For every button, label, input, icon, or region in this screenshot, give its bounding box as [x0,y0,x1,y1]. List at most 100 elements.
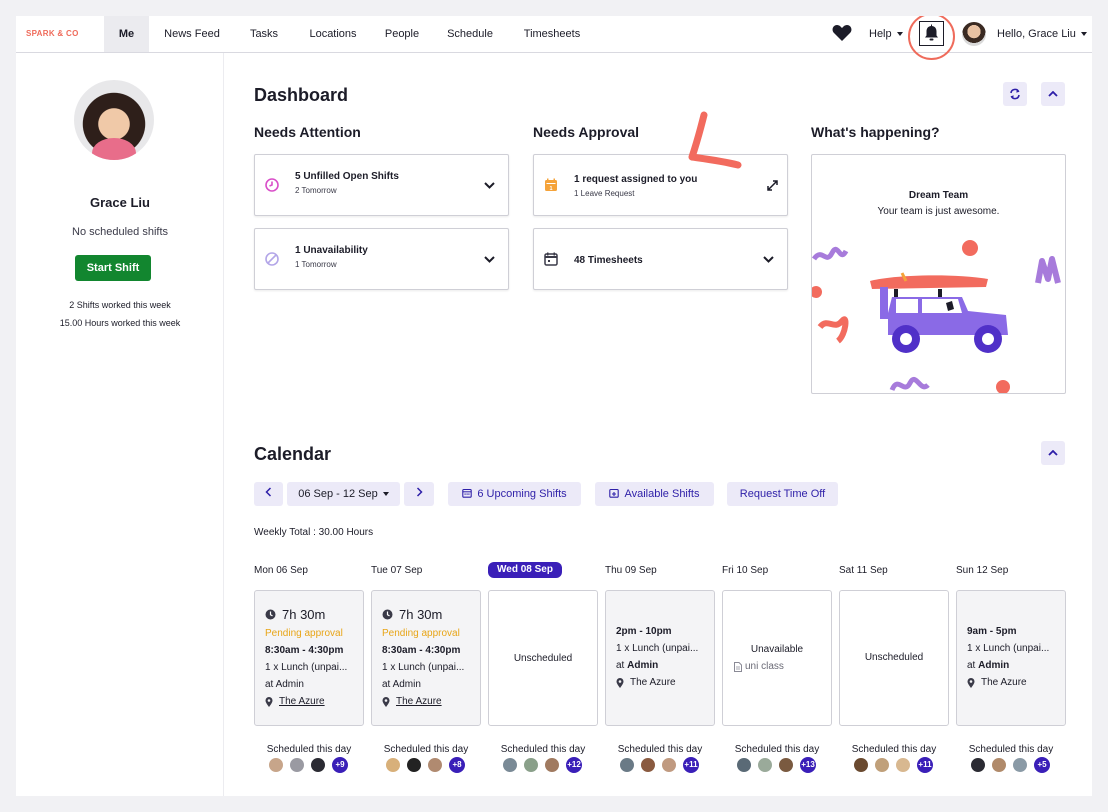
avatar[interactable] [268,757,284,773]
avatar[interactable] [640,757,656,773]
shift-card-sat[interactable]: Unscheduled [839,590,949,726]
unavailable-icon [265,252,279,266]
shift-card-sun[interactable]: 9am - 5pm 1 x Lunch (unpai... at Admin T… [956,590,1066,726]
card-title: 5 Unfilled Open Shifts [295,171,399,182]
more-avatars-badge[interactable]: +8 [448,756,466,774]
clock-icon [382,609,393,620]
avatar[interactable] [406,757,422,773]
hours-worked-stat: 15.00 Hours worked this week [59,318,181,328]
avatar-group[interactable]: +11 [848,756,934,775]
start-shift-button[interactable]: Start Shift [75,255,151,281]
avatar-group[interactable]: +11 [614,756,700,775]
day-header-wed-today: Wed 08 Sep [488,562,562,578]
avatar[interactable] [310,757,326,773]
prev-week-button[interactable] [254,482,283,506]
avatar[interactable] [289,757,305,773]
profile-name: Grace Liu [90,195,150,210]
avatar[interactable] [619,757,635,773]
avatar[interactable] [502,757,518,773]
shift-status: Pending approval [265,628,343,639]
unavailable-note: uni class [745,661,784,672]
avatar[interactable] [1012,757,1028,773]
week-range-dropdown[interactable]: 06 Sep - 12 Sep [287,482,400,506]
more-avatars-badge[interactable]: +11 [682,756,700,774]
shift-area-prefix: at [967,660,976,671]
refresh-button[interactable] [1003,82,1027,106]
next-week-button[interactable] [404,482,434,506]
avatar[interactable] [757,757,773,773]
avatar-group[interactable]: +9 [263,756,349,775]
shift-card-thu[interactable]: 2pm - 10pm 1 x Lunch (unpai... at Admin … [605,590,715,726]
day-header-sat: Sat 11 Sep [839,565,888,576]
heart-icon[interactable] [832,24,852,42]
avatar[interactable] [874,757,890,773]
shift-break: 1 x Lunch (unpai... [616,643,699,654]
chevron-down-icon[interactable] [484,256,495,263]
unfilled-shifts-card[interactable]: 5 Unfilled Open Shifts 2 Tomorrow [254,154,509,216]
needs-attention-title: Needs Attention [254,124,361,140]
calendar-title: Calendar [254,444,332,464]
card-title: 1 request assigned to you [574,174,698,185]
tab-tasks[interactable]: Tasks [241,16,287,52]
brand-logo[interactable]: SPARK & CO [26,29,79,38]
more-avatars-badge[interactable]: +12 [565,756,583,774]
avatar[interactable] [778,757,794,773]
scheduled-label: Scheduled this day [500,744,586,755]
tab-locations[interactable]: Locations [301,16,365,52]
chevron-down-icon[interactable] [484,182,495,189]
avatar-group[interactable]: +12 [497,756,583,775]
avatar[interactable] [427,757,443,773]
avatar-group[interactable]: +13 [731,756,817,775]
timesheets-card[interactable]: 48 Timesheets [533,228,788,290]
shift-card-fri[interactable]: Unavailable uni class [722,590,832,726]
unscheduled-text: Unscheduled [864,652,924,663]
shift-area-name: Admin [978,660,1010,671]
collapse-dashboard-button[interactable] [1041,82,1065,106]
whats-happening-card: Dream Team Your team is just awesome. [811,154,1066,394]
chevron-down-icon[interactable] [763,256,774,263]
tab-people[interactable]: People [378,16,426,52]
user-menu[interactable]: Hello, Grace Liu [997,16,1087,52]
shift-card-tue[interactable]: 7h 30m Pending approval 8:30am - 4:30pm … [371,590,481,726]
scheduled-label: Scheduled this day [266,744,352,755]
request-assigned-card[interactable]: 1 1 request assigned to you 1 Leave Requ… [533,154,788,216]
shift-card-mon[interactable]: 7h 30m Pending approval 8:30am - 4:30pm … [254,590,364,726]
avatar[interactable] [523,757,539,773]
expand-icon[interactable] [767,180,778,191]
avatar[interactable] [544,757,560,773]
avatar[interactable] [991,757,1007,773]
avatar[interactable] [970,757,986,773]
shift-location-link[interactable]: The Azure [279,696,325,707]
more-avatars-badge[interactable]: +5 [1033,756,1051,774]
avatar-group[interactable]: +8 [380,756,466,775]
more-avatars-badge[interactable]: +13 [799,756,817,774]
avatar-group[interactable]: +5 [965,756,1051,775]
shift-duration: 7h 30m [282,607,326,622]
shift-location-link[interactable]: The Azure [396,696,442,707]
avatar[interactable] [736,757,752,773]
avatar[interactable] [962,22,986,46]
collapse-calendar-button[interactable] [1041,441,1065,465]
calendar-icon: 1 [545,178,557,192]
avatar[interactable] [895,757,911,773]
shift-area: at Admin [382,679,421,690]
unavailability-card[interactable]: 1 Unavailability 1 Tomorrow [254,228,509,290]
weekly-total: Weekly Total : 30.00 Hours [254,527,374,538]
avatar[interactable] [385,757,401,773]
tab-news-feed[interactable]: News Feed [156,16,228,52]
more-avatars-badge[interactable]: +11 [916,756,934,774]
available-shifts-button[interactable]: Available Shifts [595,482,714,506]
help-menu[interactable]: Help [869,16,903,52]
avatar[interactable] [661,757,677,773]
profile-photo [74,80,154,160]
avatar[interactable] [853,757,869,773]
upcoming-shifts-button[interactable]: 6 Upcoming Shifts [448,482,581,506]
shift-card-wed[interactable]: Unscheduled [488,590,598,726]
tab-me[interactable]: Me [104,16,149,52]
more-avatars-badge[interactable]: +9 [331,756,349,774]
clock-icon [265,178,279,192]
request-time-off-button[interactable]: Request Time Off [727,482,838,506]
tab-schedule[interactable]: Schedule [440,16,500,52]
shift-area-prefix: at [616,660,625,671]
tab-timesheets[interactable]: Timesheets [515,16,589,52]
